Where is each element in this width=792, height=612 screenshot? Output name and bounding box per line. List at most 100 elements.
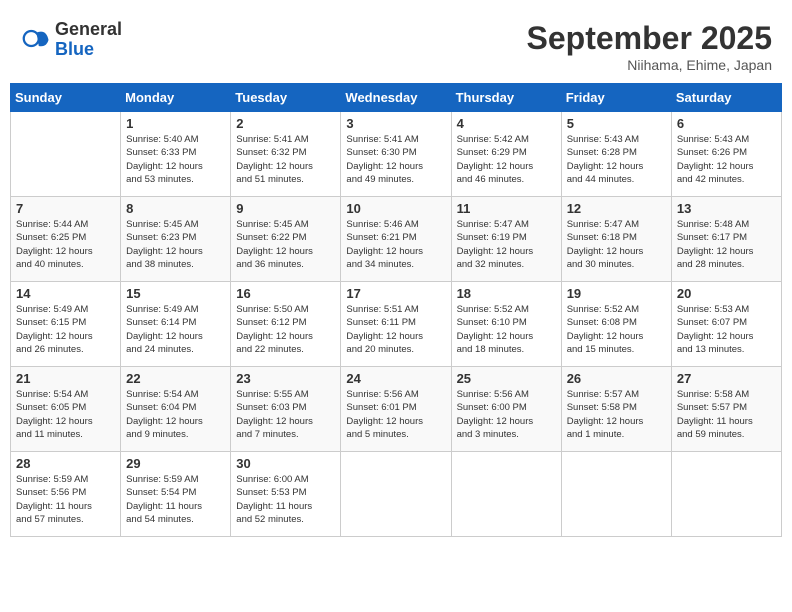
location: Niihama, Ehime, Japan bbox=[527, 57, 772, 73]
calendar-cell: 6 Sunrise: 5:43 AMSunset: 6:26 PMDaylight… bbox=[671, 112, 781, 197]
day-number: 1 bbox=[126, 116, 225, 131]
calendar-cell: 27Sunrise: 5:58 AMSunset: 5:57 PMDayligh… bbox=[671, 367, 781, 452]
day-info: Sunrise: 5:43 AMSunset: 6:26 PMDaylight:… bbox=[677, 133, 776, 186]
day-number: 6 bbox=[677, 116, 776, 131]
day-number: 15 bbox=[126, 286, 225, 301]
day-info: Sunrise: 5:42 AMSunset: 6:29 PMDaylight:… bbox=[457, 133, 556, 186]
calendar-cell: 21 Sunrise: 5:54 AMSunset: 6:05 PMDayligh… bbox=[11, 367, 121, 452]
day-info: Sunrise: 6:00 AMSunset: 5:53 PMDaylight:… bbox=[236, 473, 335, 526]
day-info: Sunrise: 5:41 AMSunset: 6:32 PMDaylight:… bbox=[236, 133, 335, 186]
day-number: 30 bbox=[236, 456, 335, 471]
calendar-cell: 23Sunrise: 5:55 AMSunset: 6:03 PMDayligh… bbox=[231, 367, 341, 452]
calendar-cell: 11 Sunrise: 5:47 AMSunset: 6:19 PMDayligh… bbox=[451, 197, 561, 282]
calendar-cell bbox=[11, 112, 121, 197]
day-number: 22 bbox=[126, 371, 225, 386]
day-number: 24 bbox=[346, 371, 445, 386]
day-number: 2 bbox=[236, 116, 335, 131]
calendar-cell: 13 Sunrise: 5:48 AMSunset: 6:17 PMDayligh… bbox=[671, 197, 781, 282]
calendar-cell: 15 Sunrise: 5:49 AMSunset: 6:14 PMDayligh… bbox=[121, 282, 231, 367]
calendar-cell: 18 Sunrise: 5:52 AMSunset: 6:10 PMDayligh… bbox=[451, 282, 561, 367]
day-number: 7 bbox=[16, 201, 115, 216]
calendar-cell: 24 Sunrise: 5:56 AMSunset: 6:01 PMDayligh… bbox=[341, 367, 451, 452]
calendar-cell: 14 Sunrise: 5:49 AMSunset: 6:15 PMDayligh… bbox=[11, 282, 121, 367]
day-number: 11 bbox=[457, 201, 556, 216]
day-info: Sunrise: 5:51 AMSunset: 6:11 PMDaylight:… bbox=[346, 303, 445, 356]
day-number: 27 bbox=[677, 371, 776, 386]
day-number: 18 bbox=[457, 286, 556, 301]
day-info: Sunrise: 5:57 AMSunset: 5:58 PMDaylight:… bbox=[567, 388, 666, 441]
calendar-week-row: 7Sunrise: 5:44 AMSunset: 6:25 PMDaylight… bbox=[11, 197, 782, 282]
day-info: Sunrise: 5:43 AMSunset: 6:28 PMDaylight:… bbox=[567, 133, 666, 186]
day-info: Sunrise: 5:46 AMSunset: 6:21 PMDaylight:… bbox=[346, 218, 445, 271]
calendar-cell bbox=[671, 452, 781, 537]
day-info: Sunrise: 5:40 AMSunset: 6:33 PMDaylight:… bbox=[126, 133, 225, 186]
day-info: Sunrise: 5:50 AMSunset: 6:12 PMDaylight:… bbox=[236, 303, 335, 356]
calendar-cell: 25Sunrise: 5:56 AMSunset: 6:00 PMDayligh… bbox=[451, 367, 561, 452]
weekday-header: Friday bbox=[561, 84, 671, 112]
calendar-cell: 19 Sunrise: 5:52 AMSunset: 6:08 PMDayligh… bbox=[561, 282, 671, 367]
day-number: 8 bbox=[126, 201, 225, 216]
weekday-header: Monday bbox=[121, 84, 231, 112]
calendar-cell: 3 Sunrise: 5:41 AMSunset: 6:30 PMDaylight… bbox=[341, 112, 451, 197]
calendar-cell: 5Sunrise: 5:43 AMSunset: 6:28 PMDaylight… bbox=[561, 112, 671, 197]
calendar-cell: 2 Sunrise: 5:41 AMSunset: 6:32 PMDaylight… bbox=[231, 112, 341, 197]
day-number: 14 bbox=[16, 286, 115, 301]
day-info: Sunrise: 5:41 AMSunset: 6:30 PMDaylight:… bbox=[346, 133, 445, 186]
calendar-cell: 7Sunrise: 5:44 AMSunset: 6:25 PMDaylight… bbox=[11, 197, 121, 282]
calendar-week-row: 14 Sunrise: 5:49 AMSunset: 6:15 PMDayligh… bbox=[11, 282, 782, 367]
logo: General Blue bbox=[20, 20, 122, 60]
day-number: 3 bbox=[346, 116, 445, 131]
day-number: 17 bbox=[346, 286, 445, 301]
day-number: 21 bbox=[16, 371, 115, 386]
logo-text: General Blue bbox=[55, 20, 122, 60]
day-number: 29 bbox=[126, 456, 225, 471]
calendar-cell: 17 Sunrise: 5:51 AMSunset: 6:11 PMDayligh… bbox=[341, 282, 451, 367]
weekday-header: Wednesday bbox=[341, 84, 451, 112]
day-number: 20 bbox=[677, 286, 776, 301]
calendar-table: SundayMondayTuesdayWednesdayThursdayFrid… bbox=[10, 83, 782, 537]
day-info: Sunrise: 5:48 AMSunset: 6:17 PMDaylight:… bbox=[677, 218, 776, 271]
day-info: Sunrise: 5:56 AMSunset: 6:01 PMDaylight:… bbox=[346, 388, 445, 441]
day-info: Sunrise: 5:49 AMSunset: 6:15 PMDaylight:… bbox=[16, 303, 115, 356]
day-number: 28 bbox=[16, 456, 115, 471]
title-area: September 2025 Niihama, Ehime, Japan bbox=[527, 20, 772, 73]
calendar-cell bbox=[341, 452, 451, 537]
calendar-cell: 22 Sunrise: 5:54 AMSunset: 6:04 PMDayligh… bbox=[121, 367, 231, 452]
calendar-cell: 12 Sunrise: 5:47 AMSunset: 6:18 PMDayligh… bbox=[561, 197, 671, 282]
calendar-cell: 29 Sunrise: 5:59 AMSunset: 5:54 PMDayligh… bbox=[121, 452, 231, 537]
logo-blue: Blue bbox=[55, 40, 122, 60]
day-info: Sunrise: 5:52 AMSunset: 6:10 PMDaylight:… bbox=[457, 303, 556, 356]
day-info: Sunrise: 5:55 AMSunset: 6:03 PMDaylight:… bbox=[236, 388, 335, 441]
weekday-header: Thursday bbox=[451, 84, 561, 112]
page-header: General Blue September 2025 Niihama, Ehi… bbox=[10, 10, 782, 78]
calendar-cell bbox=[451, 452, 561, 537]
day-info: Sunrise: 5:54 AMSunset: 6:05 PMDaylight:… bbox=[16, 388, 115, 441]
calendar-cell: 30 Sunrise: 6:00 AMSunset: 5:53 PMDayligh… bbox=[231, 452, 341, 537]
day-info: Sunrise: 5:54 AMSunset: 6:04 PMDaylight:… bbox=[126, 388, 225, 441]
calendar-cell: 20 Sunrise: 5:53 AMSunset: 6:07 PMDayligh… bbox=[671, 282, 781, 367]
month-title: September 2025 bbox=[527, 20, 772, 57]
weekday-header: Sunday bbox=[11, 84, 121, 112]
day-number: 9 bbox=[236, 201, 335, 216]
calendar-cell: 8 Sunrise: 5:45 AMSunset: 6:23 PMDaylight… bbox=[121, 197, 231, 282]
day-info: Sunrise: 5:47 AMSunset: 6:19 PMDaylight:… bbox=[457, 218, 556, 271]
day-number: 12 bbox=[567, 201, 666, 216]
logo-general: General bbox=[55, 20, 122, 40]
calendar-cell: 4 Sunrise: 5:42 AMSunset: 6:29 PMDaylight… bbox=[451, 112, 561, 197]
calendar-cell: 10Sunrise: 5:46 AMSunset: 6:21 PMDayligh… bbox=[341, 197, 451, 282]
calendar-week-row: 28Sunrise: 5:59 AMSunset: 5:56 PMDayligh… bbox=[11, 452, 782, 537]
day-info: Sunrise: 5:45 AMSunset: 6:23 PMDaylight:… bbox=[126, 218, 225, 271]
day-number: 4 bbox=[457, 116, 556, 131]
day-info: Sunrise: 5:47 AMSunset: 6:18 PMDaylight:… bbox=[567, 218, 666, 271]
calendar-week-row: 1 Sunrise: 5:40 AMSunset: 6:33 PMDaylight… bbox=[11, 112, 782, 197]
day-info: Sunrise: 5:49 AMSunset: 6:14 PMDaylight:… bbox=[126, 303, 225, 356]
weekday-header: Saturday bbox=[671, 84, 781, 112]
day-info: Sunrise: 5:52 AMSunset: 6:08 PMDaylight:… bbox=[567, 303, 666, 356]
day-info: Sunrise: 5:59 AMSunset: 5:54 PMDaylight:… bbox=[126, 473, 225, 526]
logo-icon bbox=[20, 25, 50, 55]
day-number: 13 bbox=[677, 201, 776, 216]
day-number: 19 bbox=[567, 286, 666, 301]
day-info: Sunrise: 5:45 AMSunset: 6:22 PMDaylight:… bbox=[236, 218, 335, 271]
day-info: Sunrise: 5:53 AMSunset: 6:07 PMDaylight:… bbox=[677, 303, 776, 356]
calendar-cell: 9 Sunrise: 5:45 AMSunset: 6:22 PMDaylight… bbox=[231, 197, 341, 282]
